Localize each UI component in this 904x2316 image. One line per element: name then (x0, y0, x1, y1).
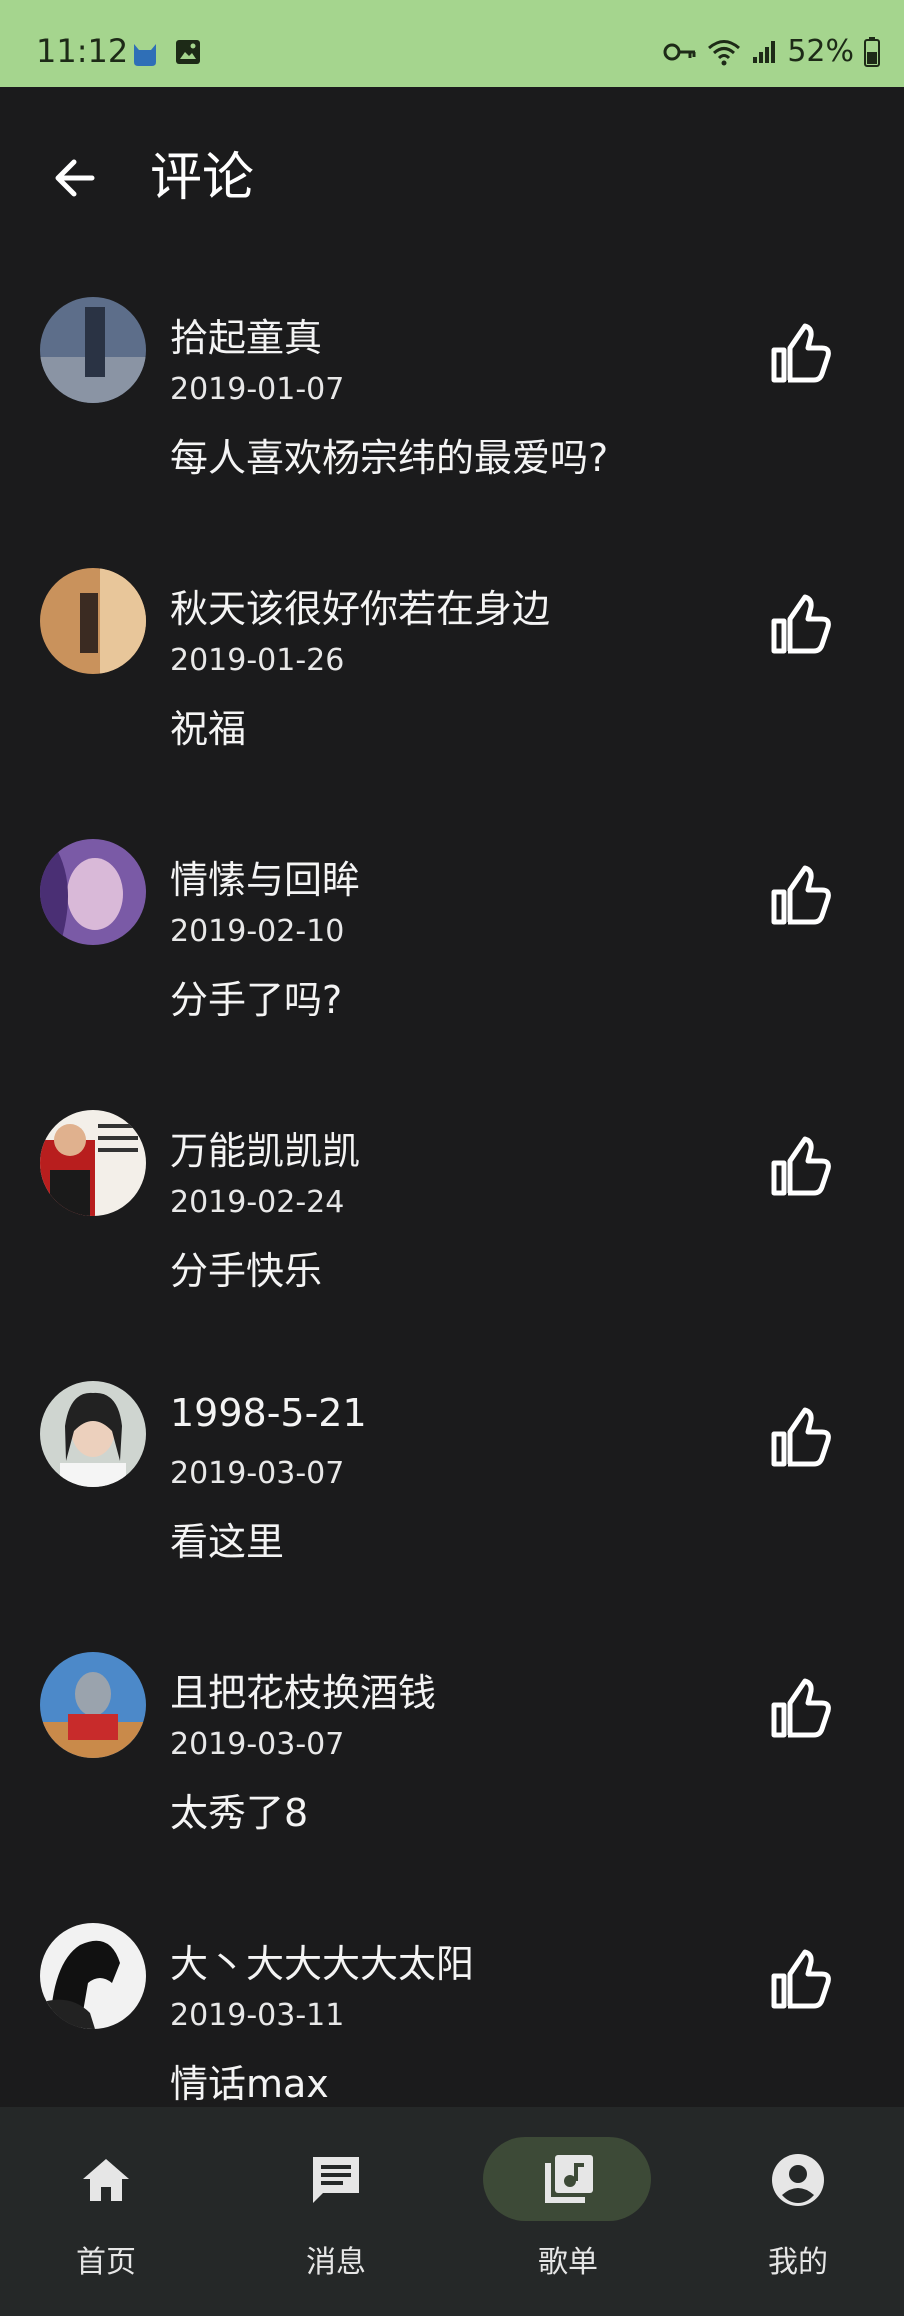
comment-date: 2019-03-11 (170, 1998, 345, 2033)
image-icon (176, 40, 200, 64)
comment-date: 2019-02-24 (170, 1185, 345, 1220)
thumb-up-icon[interactable] (768, 1135, 832, 1199)
comment-item: 且把花枝换酒钱 2019-03-07 太秀了8 (0, 1617, 904, 1888)
comment-item: 拾起童真 2019-01-07 每人喜欢杨宗纬的最爱吗? (0, 262, 904, 533)
cat-icon (134, 44, 156, 66)
comment-date: 2019-02-10 (170, 914, 345, 949)
music-library-icon (545, 2155, 593, 2203)
status-notification-icons (130, 38, 202, 68)
comment-item: 大丶大大大大太阳 2019-03-11 情话max (0, 1888, 904, 2107)
nav-item-home[interactable]: 首页 (21, 2137, 191, 2297)
comment-date: 2019-03-07 (170, 1727, 345, 1762)
nav-item-playlist[interactable]: 歌单 (483, 2137, 653, 2297)
back-arrow-icon[interactable] (40, 142, 112, 214)
comment-text: 看这里 (170, 1520, 285, 1564)
comment-date: 2019-01-07 (170, 372, 345, 407)
avatar[interactable] (40, 568, 146, 674)
wifi-icon (708, 39, 741, 65)
comment-username[interactable]: 且把花枝换酒钱 (170, 1662, 436, 1717)
thumb-up-icon[interactable] (768, 864, 832, 928)
comment-text: 祝福 (170, 707, 247, 751)
comment-date: 2019-01-26 (170, 643, 345, 678)
nav-item-messages[interactable]: 消息 (251, 2137, 421, 2297)
comment-text: 太秀了8 (170, 1791, 309, 1835)
comment-username[interactable]: 1998-5-21 (170, 1391, 367, 1435)
nav-label: 消息 (306, 2245, 366, 2280)
status-system-icons: 52% (663, 34, 880, 69)
thumb-up-icon[interactable] (768, 322, 832, 386)
bottom-navigation: 首页 消息 歌单 我的 (0, 2107, 904, 2316)
avatar[interactable] (40, 1652, 146, 1758)
comment-item: 秋天该很好你若在身边 2019-01-26 祝福 (0, 533, 904, 804)
status-bar: 11:12 52% (0, 0, 904, 87)
comment-date: 2019-03-07 (170, 1456, 345, 1491)
home-icon (83, 2159, 129, 2201)
account-icon (772, 2154, 824, 2206)
nav-item-profile[interactable]: 我的 (713, 2137, 883, 2297)
avatar[interactable] (40, 839, 146, 945)
top-app-bar: 评论 (0, 87, 904, 262)
message-icon (313, 2157, 359, 2203)
nav-label: 歌单 (538, 2245, 598, 2280)
page-title: 评论 (150, 148, 255, 208)
battery-percent: 52% (787, 34, 854, 69)
comment-text: 分手了吗? (170, 978, 343, 1022)
comment-text: 分手快乐 (170, 1249, 323, 1293)
avatar[interactable] (40, 1110, 146, 1216)
comment-text: 每人喜欢杨宗纬的最爱吗? (170, 436, 609, 480)
comment-list[interactable]: 拾起童真 2019-01-07 每人喜欢杨宗纬的最爱吗? 秋天该很好你若在身边 … (0, 262, 904, 2107)
nav-label: 首页 (76, 2245, 136, 2280)
avatar[interactable] (40, 1381, 146, 1487)
comment-username[interactable]: 秋天该很好你若在身边 (170, 578, 550, 633)
nav-label: 我的 (768, 2245, 828, 2280)
avatar[interactable] (40, 1923, 146, 2029)
avatar[interactable] (40, 297, 146, 403)
battery-icon (864, 36, 880, 67)
thumb-up-icon[interactable] (768, 1677, 832, 1741)
comment-username[interactable]: 情愫与回眸 (170, 849, 360, 904)
comment-item: 1998-5-21 2019-03-07 看这里 (0, 1346, 904, 1617)
status-time: 11:12 (36, 32, 129, 70)
comment-item: 万能凯凯凯 2019-02-24 分手快乐 (0, 1075, 904, 1346)
comment-text: 情话max (170, 2062, 329, 2106)
comment-item: 情愫与回眸 2019-02-10 分手了吗? (0, 804, 904, 1075)
vpn-key-icon (663, 43, 696, 60)
comment-username[interactable]: 大丶大大大大太阳 (170, 1933, 474, 1988)
thumb-up-icon[interactable] (768, 1406, 832, 1470)
comment-username[interactable]: 万能凯凯凯 (170, 1120, 360, 1175)
signal-icon (753, 40, 776, 63)
thumb-up-icon[interactable] (768, 593, 832, 657)
comment-username[interactable]: 拾起童真 (170, 307, 322, 362)
thumb-up-icon[interactable] (768, 1948, 832, 2012)
